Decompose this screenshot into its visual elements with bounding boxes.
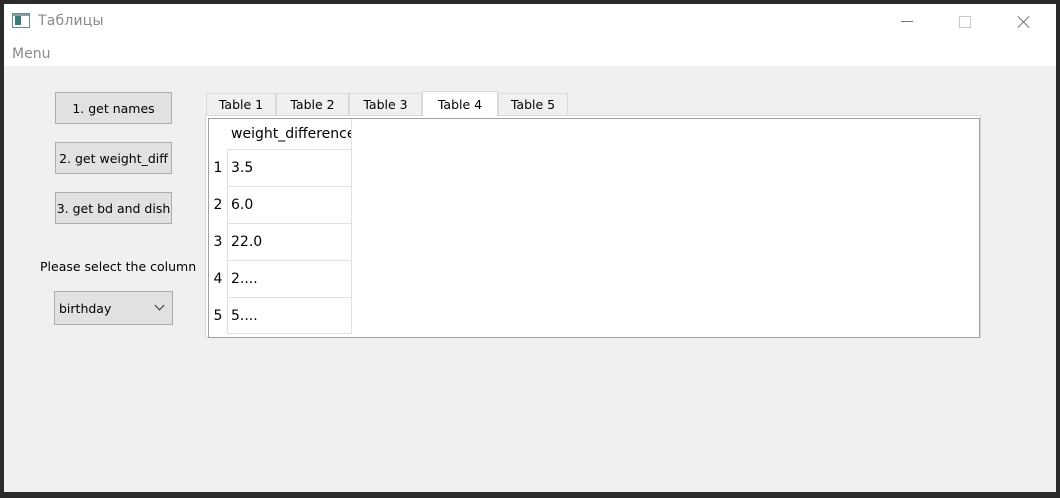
- column-select-label: Please select the column: [40, 259, 197, 274]
- table-cell[interactable]: 5....: [227, 297, 352, 334]
- row-header[interactable]: 2: [209, 186, 227, 223]
- table-row: 3 22.0: [209, 223, 352, 260]
- chevron-down-icon[interactable]: [154, 300, 165, 311]
- table-row: 4 2....: [209, 260, 352, 297]
- table-cell[interactable]: 6.0: [227, 186, 352, 223]
- table-row: 5 5....: [209, 297, 352, 334]
- table-corner: [209, 119, 227, 149]
- app-window: Таблицы Menu 1. get names 2. get weight_…: [4, 4, 1056, 492]
- table-cell[interactable]: 3.5: [227, 149, 352, 186]
- table-row: 2 6.0: [209, 186, 352, 223]
- tab-table-4[interactable]: Table 4: [422, 91, 498, 116]
- table-cell[interactable]: 22.0: [227, 223, 352, 260]
- menu-item-menu[interactable]: Menu: [12, 46, 50, 62]
- menu-bar: Menu: [4, 40, 1056, 66]
- table-cell[interactable]: 2....: [227, 260, 352, 297]
- tab-table-5[interactable]: Table 5: [498, 93, 568, 115]
- minimize-icon[interactable]: [878, 4, 936, 40]
- row-header[interactable]: 1: [209, 149, 227, 186]
- close-icon[interactable]: [994, 4, 1052, 40]
- column-select-value: birthday: [59, 301, 112, 316]
- maximize-icon[interactable]: [936, 4, 994, 40]
- tab-table-2[interactable]: Table 2: [276, 93, 349, 115]
- tab-table-3[interactable]: Table 3: [349, 93, 422, 115]
- tab-pane: weight_difference 1 3.5 2 6.0 3 22.0 4 2…: [205, 115, 981, 338]
- tab-table-1[interactable]: Table 1: [206, 93, 276, 115]
- title-bar[interactable]: Таблицы: [4, 4, 1056, 40]
- app-window-icon: [12, 13, 30, 28]
- table-row: 1 3.5: [209, 149, 352, 186]
- table-view[interactable]: weight_difference 1 3.5 2 6.0 3 22.0 4 2…: [208, 118, 980, 338]
- get-names-button[interactable]: 1. get names: [55, 92, 172, 124]
- row-header[interactable]: 3: [209, 223, 227, 260]
- get-bd-and-dish-button[interactable]: 3. get bd and dish: [55, 192, 172, 224]
- column-header-weight-difference[interactable]: weight_difference: [227, 119, 352, 149]
- get-weight-diff-button[interactable]: 2. get weight_diff: [55, 142, 172, 174]
- row-header[interactable]: 5: [209, 297, 227, 334]
- row-header[interactable]: 4: [209, 260, 227, 297]
- column-select[interactable]: birthday: [54, 291, 173, 325]
- window-title: Таблицы: [38, 13, 104, 29]
